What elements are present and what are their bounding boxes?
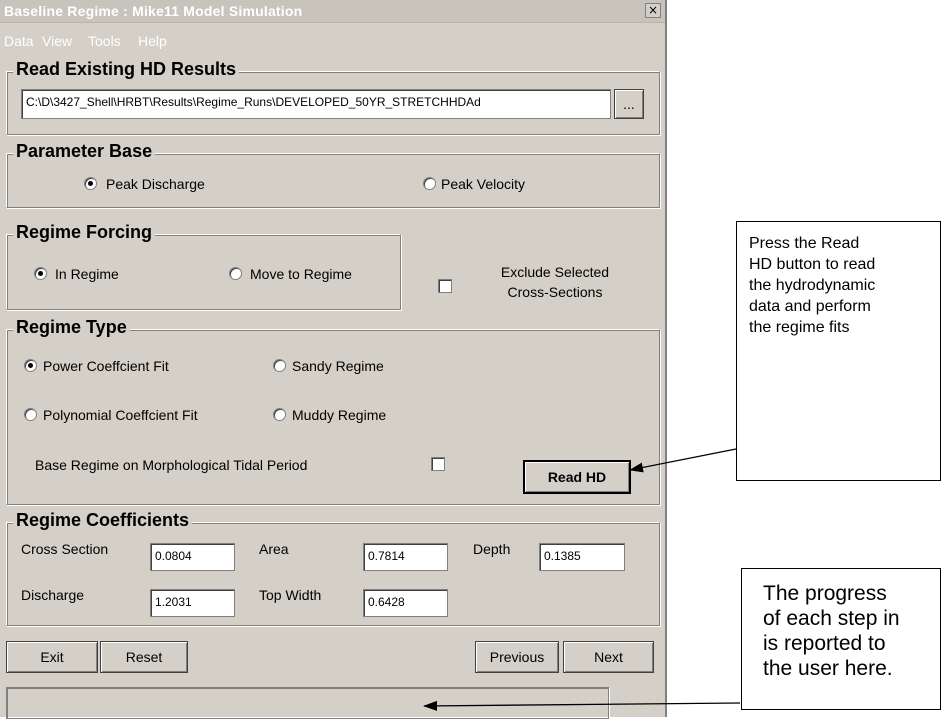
peak-discharge-radio[interactable] bbox=[84, 177, 97, 190]
radio-selected-dot bbox=[28, 363, 33, 368]
title-bar[interactable]: Baseline Regime : Mike11 Model Simulatio… bbox=[0, 0, 665, 23]
radio-selected-dot bbox=[38, 271, 43, 276]
polynomial-fit-label: Polynomial Coeffcient Fit bbox=[43, 407, 198, 423]
reset-button[interactable]: Reset bbox=[100, 641, 188, 673]
muddy-regime-label: Muddy Regime bbox=[292, 407, 387, 423]
muddy-regime-radio[interactable] bbox=[273, 408, 286, 421]
power-fit-radio[interactable] bbox=[24, 359, 37, 372]
area-label: Area bbox=[259, 541, 289, 557]
progress-callout: The progress of each step in is reported… bbox=[741, 568, 941, 710]
callout-line: the user here. bbox=[763, 657, 893, 680]
exclude-label-line2: Cross-Sections bbox=[507, 284, 603, 300]
regime-type-legend: Regime Type bbox=[13, 317, 130, 338]
top-width-field[interactable]: 0.6428 bbox=[363, 589, 448, 617]
read-hd-callout: Press the Read HD button to read the hyd… bbox=[736, 221, 941, 481]
status-bar bbox=[6, 687, 609, 719]
regime-forcing-legend: Regime Forcing bbox=[13, 222, 156, 243]
peak-discharge-label: Peak Discharge bbox=[106, 176, 205, 192]
depth-label: Depth bbox=[473, 541, 511, 557]
callout-line: HD button to read bbox=[749, 256, 876, 273]
discharge-field[interactable]: 1.2031 bbox=[150, 589, 235, 617]
callout-line: of each step in bbox=[763, 607, 900, 630]
close-icon[interactable]: × bbox=[645, 3, 661, 18]
sandy-regime-radio[interactable] bbox=[273, 359, 286, 372]
morph-period-checkbox[interactable] bbox=[431, 457, 445, 471]
next-button[interactable]: Next bbox=[563, 641, 654, 673]
morph-period-label: Base Regime on Morphological Tidal Perio… bbox=[35, 457, 308, 473]
regime-type-group: Regime Type Power Coeffcient Fit Sandy R… bbox=[6, 317, 660, 505]
regime-coefficients-legend: Regime Coefficients bbox=[13, 510, 193, 531]
callout-line: the hydrodynamic bbox=[749, 277, 876, 294]
callout-line: is reported to bbox=[763, 632, 886, 655]
move-to-regime-radio[interactable] bbox=[229, 267, 242, 280]
radio-selected-dot bbox=[88, 181, 93, 186]
hd-results-path-field[interactable]: C:\D\3427_Shell\HRBT\Results\Regime_Runs… bbox=[21, 89, 611, 119]
previous-button[interactable]: Previous bbox=[475, 641, 559, 673]
power-fit-label: Power Coeffcient Fit bbox=[43, 358, 169, 374]
browse-button[interactable]: ... bbox=[614, 89, 644, 119]
regime-forcing-group: Regime Forcing In Regime Move to Regime bbox=[6, 222, 401, 310]
dialog-window: Baseline Regime : Mike11 Model Simulatio… bbox=[0, 0, 667, 719]
exclude-cross-sections-checkbox[interactable] bbox=[438, 279, 452, 293]
parameter-base-group: Parameter Base Peak Discharge Peak Veloc… bbox=[6, 141, 660, 208]
callout-line: data and perform bbox=[749, 298, 871, 315]
window-title: Baseline Regime : Mike11 Model Simulatio… bbox=[4, 3, 303, 19]
in-regime-label: In Regime bbox=[55, 266, 119, 282]
exclude-label-line1: Exclude Selected bbox=[500, 264, 610, 280]
discharge-label: Discharge bbox=[21, 587, 85, 603]
menu-help[interactable]: Help bbox=[138, 33, 167, 49]
peak-velocity-label: Peak Velocity bbox=[441, 176, 526, 192]
depth-field[interactable]: 0.1385 bbox=[539, 543, 625, 571]
area-field[interactable]: 0.7814 bbox=[363, 543, 448, 571]
read-existing-legend: Read Existing HD Results bbox=[13, 59, 240, 80]
peak-velocity-radio[interactable] bbox=[423, 177, 436, 190]
polynomial-fit-radio[interactable] bbox=[24, 408, 37, 421]
sandy-regime-label: Sandy Regime bbox=[292, 358, 384, 374]
in-regime-radio[interactable] bbox=[34, 267, 47, 280]
callout-line: the regime fits bbox=[749, 319, 850, 336]
read-existing-group: Read Existing HD Results C:\D\3427_Shell… bbox=[6, 59, 660, 135]
cross-section-field[interactable]: 0.0804 bbox=[150, 543, 235, 571]
menu-view[interactable]: View bbox=[42, 33, 72, 49]
top-width-label: Top Width bbox=[259, 587, 322, 603]
exit-button[interactable]: Exit bbox=[6, 641, 98, 673]
callout-line: Press the Read bbox=[749, 235, 860, 252]
menu-bar: Data View Tools Help bbox=[0, 28, 665, 50]
read-hd-button[interactable]: Read HD bbox=[523, 460, 631, 494]
parameter-base-legend: Parameter Base bbox=[13, 141, 156, 162]
move-to-regime-label: Move to Regime bbox=[250, 266, 352, 282]
callout-line: The progress bbox=[763, 582, 887, 605]
regime-coefficients-group: Regime Coefficients Cross Section 0.0804… bbox=[6, 510, 660, 626]
cross-section-label: Cross Section bbox=[21, 541, 109, 557]
menu-tools[interactable]: Tools bbox=[88, 33, 121, 49]
menu-data[interactable]: Data bbox=[4, 33, 34, 49]
